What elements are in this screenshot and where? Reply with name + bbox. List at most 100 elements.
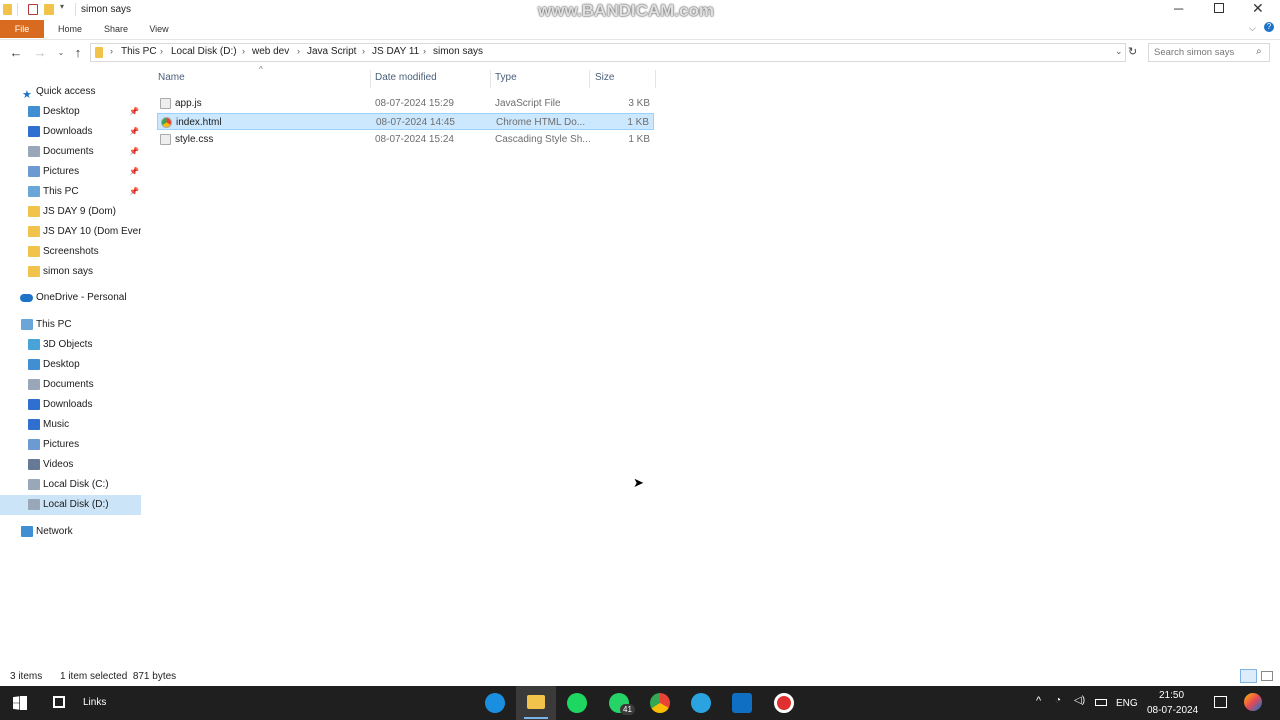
spotify-icon[interactable] — [567, 693, 587, 713]
clock-time[interactable]: 21:50 — [1159, 690, 1184, 701]
file-explorer-taskbar-button[interactable] — [516, 686, 556, 720]
forward-button[interactable]: → — [32, 45, 48, 61]
nav-item[interactable]: Documents — [0, 375, 141, 395]
close-button[interactable]: ✕ — [1252, 0, 1264, 17]
downloads-icon — [28, 126, 40, 137]
nav-item[interactable]: Desktop 📌 — [0, 102, 141, 122]
nav-item[interactable]: Desktop — [0, 355, 141, 375]
column-header-date[interactable]: Date modified — [375, 72, 437, 83]
nav-quick-access[interactable]: ★ Quick access — [0, 82, 141, 102]
search-box[interactable]: ⌕ — [1148, 43, 1270, 62]
nav-item[interactable]: Music — [0, 415, 141, 435]
tab-file[interactable]: File — [0, 20, 44, 38]
column-divider[interactable] — [589, 70, 590, 88]
nav-label: Desktop — [43, 359, 80, 370]
nav-item[interactable]: 3D Objects — [0, 335, 141, 355]
nav-item[interactable]: Pictures — [0, 435, 141, 455]
clock-date[interactable]: 08-07-2024 — [1147, 705, 1198, 716]
nav-item[interactable]: Local Disk (D:) — [0, 495, 141, 515]
details-view-icon[interactable] — [1240, 669, 1257, 683]
breadcrumb-js-day-11[interactable]: JS DAY 11 — [372, 46, 419, 57]
network-status-icon[interactable]: ◔ — [1055, 695, 1061, 706]
cell-type: Cascading Style Sh... — [495, 134, 591, 145]
column-header-size[interactable]: Size — [595, 72, 614, 83]
pc-icon — [21, 319, 33, 330]
copilot-icon[interactable] — [1244, 693, 1262, 711]
nav-item[interactable]: Downloads — [0, 395, 141, 415]
column-header-type[interactable]: Type — [495, 72, 517, 83]
nav-onedrive[interactable]: OneDrive - Personal — [0, 288, 141, 308]
vscode-icon[interactable] — [732, 693, 752, 713]
pin-icon[interactable]: 📌 — [129, 162, 139, 182]
restore-button[interactable] — [1214, 3, 1224, 13]
nav-this-pc[interactable]: This PC — [0, 315, 141, 335]
bandicam-icon[interactable] — [774, 693, 794, 713]
column-divider[interactable] — [655, 70, 656, 88]
customize-toolbar-icon[interactable]: ▾ — [60, 2, 64, 11]
nav-network[interactable]: Network — [0, 522, 141, 542]
nav-item[interactable]: This PC 📌 — [0, 182, 141, 202]
column-header-name[interactable]: Name — [158, 72, 185, 83]
pin-icon[interactable]: 📌 — [129, 182, 139, 202]
tab-share[interactable]: Share — [98, 20, 134, 38]
nav-item[interactable]: JS DAY 10 (Dom Event — [0, 222, 141, 242]
search-input[interactable] — [1154, 44, 1254, 61]
new-folder-icon[interactable] — [44, 4, 54, 15]
address-bar[interactable]: › This PC › Local Disk (D:) › web dev › … — [90, 43, 1126, 62]
breadcrumb-separator[interactable]: › — [423, 46, 426, 56]
table-row[interactable]: app.js 08-07-2024 15:29 JavaScript File 3 K… — [157, 95, 654, 112]
minimize-button[interactable]: ─ — [1174, 1, 1183, 16]
address-history-dropdown[interactable]: ⌄ — [1115, 46, 1123, 57]
links-toolbar[interactable]: Links — [83, 697, 106, 708]
nav-item[interactable]: Local Disk (C:) — [0, 475, 141, 495]
edge-icon[interactable] — [485, 693, 505, 713]
volume-icon[interactable]: ◁) — [1074, 695, 1085, 706]
breadcrumb-web-dev[interactable]: web dev — [252, 46, 289, 57]
table-row[interactable]: style.css 08-07-2024 15:24 Cascading Style… — [157, 131, 654, 148]
status-bar: 3 items 1 item selected 871 bytes — [0, 668, 1280, 686]
expand-ribbon-icon[interactable]: ⌵ — [1249, 23, 1256, 34]
task-view-icon[interactable] — [53, 696, 65, 708]
refresh-icon[interactable]: ↻ — [1128, 45, 1137, 58]
column-divider[interactable] — [490, 70, 491, 88]
pin-icon[interactable]: 📌 — [129, 142, 139, 162]
downloads-icon — [28, 399, 40, 410]
language-indicator[interactable]: ENG — [1116, 698, 1138, 709]
nav-item[interactable]: simon says — [0, 262, 141, 282]
large-icons-view-icon[interactable] — [1261, 671, 1273, 681]
breadcrumb-separator[interactable]: › — [362, 46, 365, 56]
battery-icon[interactable] — [1095, 699, 1107, 706]
show-hidden-icons-icon[interactable]: ^ — [1036, 695, 1041, 707]
breadcrumb-local-disk-d[interactable]: Local Disk (D:) — [171, 46, 237, 57]
properties-icon[interactable] — [28, 4, 38, 15]
up-button[interactable]: ↑ — [70, 45, 86, 61]
breadcrumb-separator[interactable]: › — [160, 46, 163, 56]
nav-item[interactable]: Documents 📌 — [0, 142, 141, 162]
nav-item[interactable]: JS DAY 9 (Dom) — [0, 202, 141, 222]
breadcrumb-separator[interactable]: › — [297, 46, 300, 56]
nav-item[interactable]: Downloads 📌 — [0, 122, 141, 142]
tab-view[interactable]: View — [142, 20, 176, 38]
pin-icon[interactable]: 📌 — [129, 122, 139, 142]
windows-start-icon[interactable] — [20, 696, 27, 710]
cell-type: JavaScript File — [495, 98, 561, 109]
tab-home[interactable]: Home — [52, 20, 88, 38]
chrome-icon[interactable] — [650, 693, 670, 713]
nav-item[interactable]: Screenshots — [0, 242, 141, 262]
telegram-icon[interactable] — [691, 693, 711, 713]
back-button[interactable]: ← — [8, 45, 24, 61]
breadcrumb-separator[interactable]: › — [242, 46, 245, 56]
nav-item[interactable]: Pictures 📌 — [0, 162, 141, 182]
table-row[interactable]: index.html 08-07-2024 14:45 Chrome HTML Do… — [157, 113, 654, 130]
pin-icon[interactable]: 📌 — [129, 102, 139, 122]
column-divider[interactable] — [370, 70, 371, 88]
breadcrumb-this-pc[interactable]: This PC — [121, 46, 157, 57]
breadcrumb-simon-says[interactable]: simon says — [433, 46, 483, 57]
breadcrumb-separator[interactable]: › — [110, 46, 113, 56]
recent-locations-button[interactable]: ⌄ — [53, 45, 69, 61]
search-icon[interactable]: ⌕ — [1256, 46, 1262, 57]
notifications-icon[interactable] — [1214, 696, 1227, 708]
breadcrumb-java-script[interactable]: Java Script — [307, 46, 356, 57]
nav-item[interactable]: Videos — [0, 455, 141, 475]
help-icon[interactable]: ? — [1264, 22, 1274, 32]
